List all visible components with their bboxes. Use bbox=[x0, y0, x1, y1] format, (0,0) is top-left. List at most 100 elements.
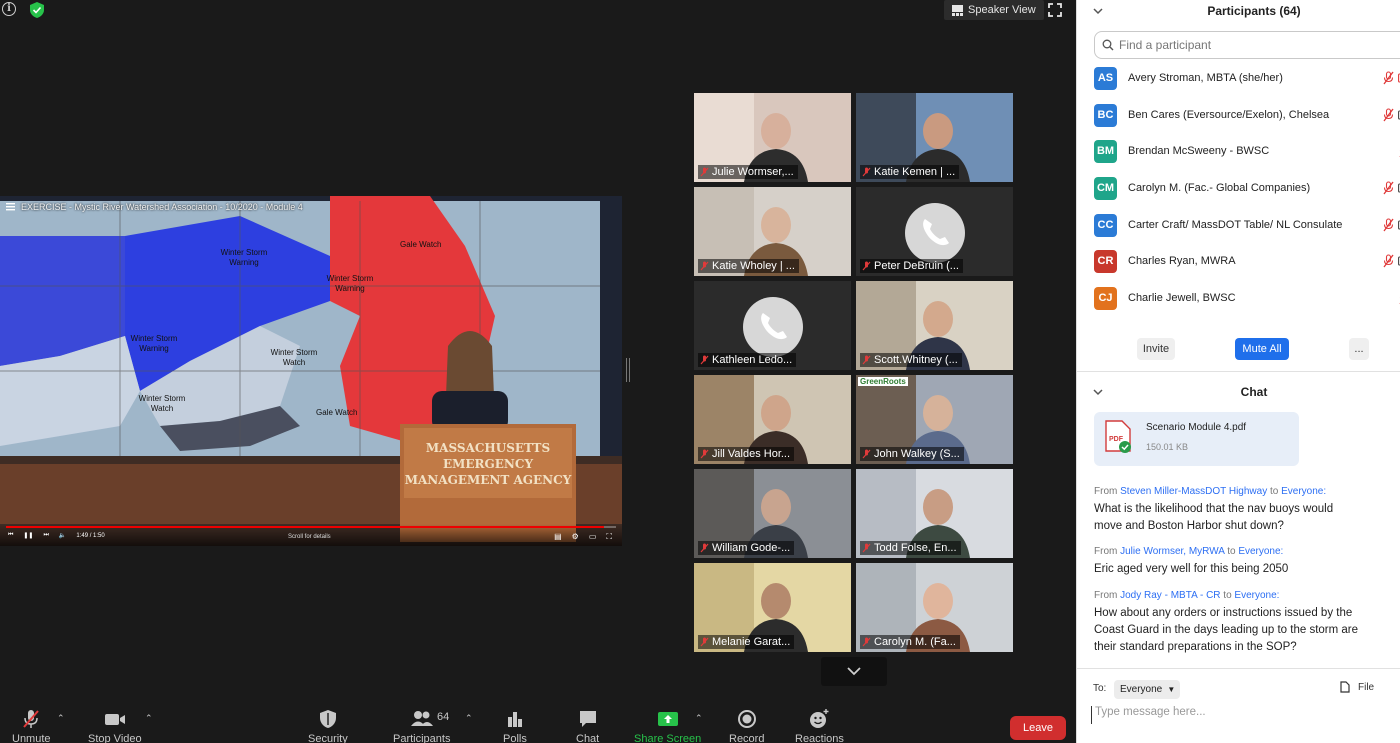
participant-search-input[interactable]: Find a participant bbox=[1094, 31, 1400, 59]
participant-row[interactable]: CJ Charlie Jewell, BWSC bbox=[1094, 284, 1400, 314]
info-icon[interactable]: i bbox=[2, 2, 16, 16]
share-options-caret[interactable]: ⌃ bbox=[695, 713, 703, 724]
mic-muted-icon bbox=[862, 543, 871, 553]
participant-tile-name: Katie Wholey | ... bbox=[712, 260, 795, 272]
invite-button[interactable]: Invite bbox=[1137, 338, 1175, 360]
tile-name-tag: Julie Wormser,... bbox=[698, 165, 798, 179]
polls-button[interactable]: Polls bbox=[503, 709, 527, 743]
unmute-button[interactable]: Unmute bbox=[12, 709, 51, 743]
participant-tile-name: Katie Kemen | ... bbox=[874, 166, 956, 178]
reactions-button[interactable]: Reactions bbox=[795, 709, 844, 743]
mic-muted-icon bbox=[862, 355, 871, 365]
video-right-controls: ▤ ⚙ ▭ ⛶ bbox=[554, 532, 612, 542]
map-label: Gale Watch bbox=[400, 240, 442, 249]
recipient-select[interactable]: Everyone ▼ bbox=[1114, 680, 1181, 699]
speaker-view-button[interactable]: Speaker View bbox=[944, 0, 1044, 20]
reactions-smiley-icon bbox=[810, 709, 829, 728]
next-icon[interactable]: ⏭ bbox=[43, 532, 48, 539]
speaker-view-label: Speaker View bbox=[968, 4, 1036, 16]
video-time: 1:49 / 1:50 bbox=[76, 532, 105, 539]
video-tile[interactable]: Todd Folse, En... bbox=[856, 469, 1013, 558]
captions-icon[interactable]: ▤ bbox=[554, 532, 562, 542]
chat-bubble-icon bbox=[579, 711, 596, 727]
cast-icon[interactable]: ▭ bbox=[589, 532, 597, 542]
map-label: Winter Storm Warning bbox=[130, 334, 178, 353]
leave-button[interactable]: Leave bbox=[1010, 716, 1066, 740]
video-options-caret[interactable]: ⌃ bbox=[145, 713, 153, 724]
mic-muted-icon[interactable] bbox=[1383, 108, 1394, 122]
fullscreen-icon[interactable] bbox=[1048, 3, 1062, 17]
mic-muted-icon[interactable] bbox=[1383, 181, 1394, 195]
video-progress-fill bbox=[6, 526, 604, 528]
fullscreen-video-icon[interactable]: ⛶ bbox=[606, 532, 612, 542]
podium-line: EMERGENCY bbox=[442, 457, 534, 471]
mic-muted-icon[interactable] bbox=[1383, 254, 1394, 268]
zoom-window: i Speaker View EXERCISE - Mystic River W… bbox=[0, 0, 1400, 743]
recipient-name[interactable]: Everyone: bbox=[1234, 590, 1279, 601]
share-screen-button[interactable]: Share Screen bbox=[634, 709, 701, 743]
video-tile[interactable]: Katie Kemen | ... bbox=[856, 93, 1013, 182]
top-left-icons: i bbox=[2, 2, 44, 18]
map-label: Gale Watch bbox=[316, 408, 358, 417]
video-progress-bar[interactable] bbox=[6, 526, 616, 528]
participant-row[interactable]: BC Ben Cares (Eversource/Exelon), Chelsea bbox=[1094, 101, 1400, 131]
recipient-name[interactable]: Everyone: bbox=[1238, 546, 1283, 557]
tile-name-tag: Peter DeBruin (... bbox=[860, 259, 963, 273]
participant-row[interactable]: AS Avery Stroman, MBTA (she/her) bbox=[1094, 64, 1400, 94]
video-tile[interactable]: Kathleen Ledo... bbox=[694, 281, 851, 370]
shared-screen[interactable]: EXERCISE - Mystic River Watershed Associ… bbox=[0, 196, 622, 546]
video-tile[interactable]: Melanie Garat... bbox=[694, 563, 851, 652]
phone-avatar bbox=[743, 297, 803, 357]
tile-name-tag: Todd Folse, En... bbox=[860, 541, 961, 555]
video-tile[interactable]: GreenRoots John Walkey (S... bbox=[856, 375, 1013, 464]
record-button[interactable]: Record bbox=[729, 709, 764, 743]
phone-avatar bbox=[905, 203, 965, 263]
participant-tile-name: William Gode-... bbox=[712, 542, 791, 554]
stop-video-button[interactable]: Stop Video bbox=[88, 709, 142, 743]
sender-name[interactable]: Steven Miller-MassDOT Highway bbox=[1120, 486, 1267, 497]
participant-tile-name: John Walkey (S... bbox=[874, 448, 960, 460]
map-label: Winter Storm Watch bbox=[270, 348, 318, 367]
video-tile[interactable]: Carolyn M. (Fa... bbox=[856, 563, 1013, 652]
split-resize-handle[interactable] bbox=[626, 358, 630, 382]
sender-name[interactable]: Julie Wormser, MyRWA bbox=[1120, 546, 1224, 557]
participant-row[interactable]: BM Brendan McSweeny - BWSC bbox=[1094, 137, 1400, 167]
volume-icon[interactable]: 🔈 bbox=[59, 532, 66, 539]
file-button[interactable]: File bbox=[1340, 681, 1374, 693]
video-tile[interactable]: William Gode-... bbox=[694, 469, 851, 558]
previous-icon[interactable]: ⏮ bbox=[8, 532, 13, 539]
security-button[interactable]: Security bbox=[308, 709, 348, 743]
audio-options-caret[interactable]: ⌃ bbox=[57, 713, 65, 724]
participant-row[interactable]: CR Charles Ryan, MWRA bbox=[1094, 247, 1400, 277]
participant-row[interactable]: CC Carter Craft/ MassDOT Table/ NL Consul… bbox=[1094, 211, 1400, 241]
video-tile[interactable]: Peter DeBruin (... bbox=[856, 187, 1013, 276]
video-tile[interactable]: Katie Wholey | ... bbox=[694, 187, 851, 276]
mic-muted-icon bbox=[700, 637, 709, 647]
participants-options-caret[interactable]: ⌃ bbox=[465, 713, 473, 724]
more-options-button[interactable]: ... bbox=[1349, 338, 1369, 360]
participant-tile-name: Julie Wormser,... bbox=[712, 166, 794, 178]
video-tile[interactable]: Scott.Whitney (... bbox=[856, 281, 1013, 370]
pause-icon[interactable]: ❚❚ bbox=[23, 532, 33, 539]
recipient-name[interactable]: Everyone: bbox=[1281, 486, 1326, 497]
video-left-controls: ⏮ ❚❚ ⏭ 🔈 1:49 / 1:50 bbox=[8, 532, 105, 539]
video-tile[interactable]: Jill Valdes Hor... bbox=[694, 375, 851, 464]
file-icon bbox=[1340, 681, 1350, 693]
gallery-next-page-button[interactable] bbox=[821, 657, 887, 686]
phone-icon bbox=[923, 219, 949, 246]
chat-title: Chat bbox=[1240, 385, 1268, 399]
chat-message-input[interactable]: Type message here... bbox=[1091, 706, 1391, 724]
mute-all-button[interactable]: Mute All bbox=[1235, 338, 1289, 360]
encryption-shield-icon[interactable] bbox=[30, 2, 44, 18]
video-tile[interactable]: Julie Wormser,... bbox=[694, 93, 851, 182]
settings-icon[interactable]: ⚙ bbox=[572, 532, 579, 542]
participant-row[interactable]: CM Carolyn M. (Fac.- Global Companies) bbox=[1094, 174, 1400, 204]
chat-file-attachment[interactable]: PDF Scenario Module 4.pdf 150.01 KB bbox=[1094, 412, 1299, 466]
sender-name[interactable]: Jody Ray - MBTA - CR bbox=[1120, 590, 1220, 601]
chat-button[interactable]: Chat bbox=[576, 709, 599, 743]
mic-muted-icon[interactable] bbox=[1383, 218, 1394, 232]
participant-name: Carter Craft/ MassDOT Table/ NL Consulat… bbox=[1128, 219, 1343, 231]
mic-muted-icon[interactable] bbox=[1383, 71, 1394, 85]
video-camera-icon bbox=[104, 714, 125, 725]
from-label: From bbox=[1094, 590, 1118, 601]
